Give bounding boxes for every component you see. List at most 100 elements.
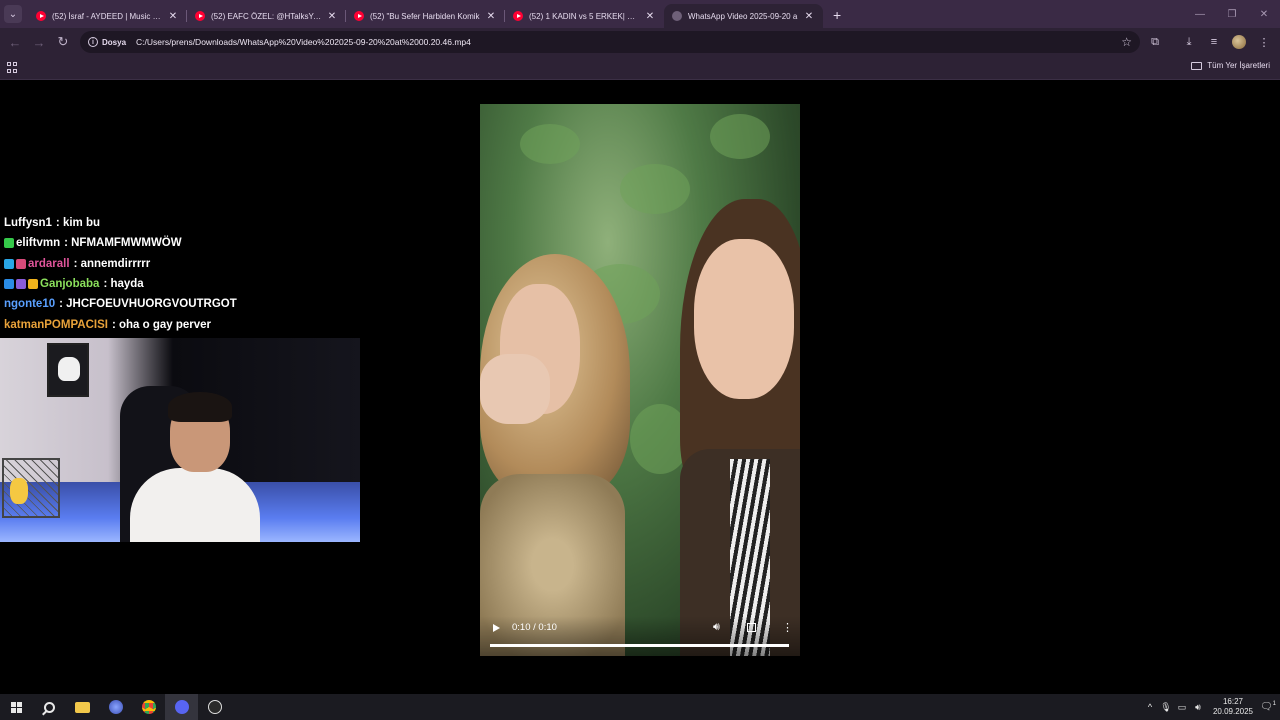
chat-text: : annemdirrrrr xyxy=(73,257,151,270)
folder-icon xyxy=(75,701,90,713)
tab-3[interactable]: (52) "Bu Sefer Harbiden Komik ✕ xyxy=(346,4,505,28)
chat-username: Ganjobaba xyxy=(40,278,100,291)
chat-username: katmanPOMPACISI xyxy=(4,318,108,331)
all-bookmarks-button[interactable]: Tüm Yer İşaretleri xyxy=(1191,61,1270,70)
restore-button[interactable]: ❐ xyxy=(1216,0,1248,28)
more-options-icon[interactable]: ⋮ xyxy=(782,621,793,634)
chat-username: eliftvmn xyxy=(16,237,61,250)
chat-text: : kim bu xyxy=(55,217,101,230)
file-chip[interactable]: Dosya xyxy=(102,38,126,47)
start-button[interactable] xyxy=(0,694,33,720)
chat-badge-icon xyxy=(16,279,26,290)
tab-1[interactable]: (52) İsraf - AYDEED | Music Vid ✕ xyxy=(28,4,187,28)
search-icon xyxy=(44,701,55,713)
chat-message: Ganjobaba : hayda xyxy=(4,274,237,294)
page-viewport: Luffysn1 : kim bu eliftvmn : NFMAMFMWMWÖW… xyxy=(0,81,1280,694)
tab-title: (52) EAFC ÖZEL: @HTalksYoutu xyxy=(211,11,322,21)
folder-icon xyxy=(1191,61,1203,70)
chat-badge-icon xyxy=(4,238,14,249)
profile-avatar[interactable] xyxy=(1227,30,1251,54)
clock[interactable]: 16:27 20.09.2025 xyxy=(1210,697,1256,717)
chat-badge-icon xyxy=(4,258,14,269)
streamer xyxy=(130,392,260,542)
apps-grid-icon[interactable] xyxy=(7,62,18,73)
video-person-right xyxy=(680,199,800,656)
chat-username: Luffysn1 xyxy=(4,217,52,230)
video-time: 0:10 / 0:10 xyxy=(512,622,557,633)
new-tab-button[interactable]: + xyxy=(833,7,841,23)
speaker-icon[interactable]: 🔊︎ xyxy=(1190,702,1206,713)
close-tab-icon[interactable]: ✕ xyxy=(485,11,497,22)
volume-icon[interactable]: 🔊︎ xyxy=(713,621,720,634)
bookmark-star-icon[interactable]: ☆ xyxy=(1121,35,1132,49)
chat-username: ardarall xyxy=(28,257,70,270)
youtube-icon xyxy=(513,11,523,21)
play-icon[interactable] xyxy=(493,624,500,632)
back-button[interactable]: ← xyxy=(3,30,27,54)
toolbar-actions: ⧉ ⤓ ≡ ⋮ xyxy=(1142,28,1280,56)
progress-fill xyxy=(490,644,789,647)
chrome-icon xyxy=(141,700,156,714)
video-person-left xyxy=(480,254,630,656)
tab-2[interactable]: (52) EAFC ÖZEL: @HTalksYoutu ✕ xyxy=(187,4,346,28)
tab-4[interactable]: (52) 1 KADIN vs 5 ERKEK| KIYAF ✕ xyxy=(505,4,664,28)
chat-message: katmanPOMPACISI : oha o gay perver xyxy=(4,314,237,334)
menu-icon[interactable]: ⋮ xyxy=(1252,30,1276,54)
tab-title: (52) "Bu Sefer Harbiden Komik xyxy=(370,11,480,21)
chat-badge-icon xyxy=(28,279,38,290)
tab-5[interactable]: WhatsApp Video 2025-09-20 a ✕ xyxy=(664,4,823,28)
microphone-icon[interactable]: 🎙︎ xyxy=(1158,702,1174,713)
app-button-1[interactable] xyxy=(99,694,132,720)
notification-icon[interactable]: 🗨︎1 xyxy=(1256,701,1280,712)
app-icon xyxy=(108,700,123,714)
chevron-up-icon[interactable]: ^ xyxy=(1142,702,1158,712)
video-controls: 0:10 / 0:10 🔊︎ ⋮ xyxy=(480,616,800,656)
all-bookmarks-label: Tüm Yer İşaretleri xyxy=(1207,61,1270,70)
obs-icon xyxy=(207,700,222,714)
browser-toolbar: ← → ↻ i Dosya C:/Users/prens/Downloads/W… xyxy=(0,28,1280,56)
reload-button[interactable]: ↻ xyxy=(51,30,75,54)
fullscreen-icon[interactable] xyxy=(747,623,756,632)
close-tab-icon[interactable]: ✕ xyxy=(803,11,815,22)
clock-time: 16:27 xyxy=(1222,697,1244,706)
chat-badge-icon xyxy=(16,258,26,269)
file-icon xyxy=(672,11,682,21)
url-text[interactable]: C:/Users/prens/Downloads/WhatsApp%20Vide… xyxy=(136,37,1121,47)
webcam-overlay xyxy=(0,338,360,542)
discord-icon xyxy=(174,700,189,714)
tab-search-button[interactable]: ⌄ xyxy=(4,5,22,23)
search-button[interactable] xyxy=(33,694,66,720)
progress-bar[interactable] xyxy=(490,644,789,647)
extensions-icon[interactable]: ⧉ xyxy=(1143,30,1167,54)
tab-title: (52) İsraf - AYDEED | Music Vid xyxy=(52,11,163,21)
network-icon[interactable]: ▭ xyxy=(1174,702,1190,713)
info-icon[interactable]: i xyxy=(88,37,98,47)
chat-message: ngonte10 : JHCFOEUVHUORGVOUTRGOT xyxy=(4,294,237,314)
minimize-button[interactable]: — xyxy=(1184,0,1216,28)
file-explorer-button[interactable] xyxy=(66,694,99,720)
close-tab-icon[interactable]: ✕ xyxy=(644,11,656,22)
tab-title: (52) 1 KADIN vs 5 ERKEK| KIYAF xyxy=(529,11,640,21)
clock-date: 20.09.2025 xyxy=(1212,707,1254,716)
chat-username: ngonte10 xyxy=(4,298,56,311)
close-tab-icon[interactable]: ✕ xyxy=(326,11,338,22)
chat-overlay: Luffysn1 : kim bu eliftvmn : NFMAMFMWMWÖW… xyxy=(4,213,237,335)
chrome-button[interactable] xyxy=(132,694,165,720)
video-player[interactable]: 0:10 / 0:10 🔊︎ ⋮ xyxy=(480,104,800,656)
obs-button[interactable] xyxy=(198,694,231,720)
download-icon[interactable]: ⤓ xyxy=(1177,30,1201,54)
address-bar[interactable]: i Dosya C:/Users/prens/Downloads/WhatsAp… xyxy=(80,31,1140,53)
cat-poster xyxy=(47,343,89,397)
chat-message: Luffysn1 : kim bu xyxy=(4,213,237,233)
forward-button[interactable]: → xyxy=(27,30,51,54)
chat-badge-icon xyxy=(4,279,14,290)
media-controls-icon[interactable]: ≡ xyxy=(1202,30,1226,54)
chat-text: : JHCFOEUVHUORGVOUTRGOT xyxy=(59,298,237,311)
close-tab-icon[interactable]: ✕ xyxy=(167,11,179,22)
tabs: (52) İsraf - AYDEED | Music Vid ✕ (52) EAF… xyxy=(28,4,823,28)
discord-button[interactable] xyxy=(165,694,198,720)
chat-text: : oha o gay perver xyxy=(111,318,212,331)
close-window-button[interactable]: ✕ xyxy=(1248,0,1280,28)
chat-text: : hayda xyxy=(103,278,144,291)
plush-toy xyxy=(10,478,28,504)
